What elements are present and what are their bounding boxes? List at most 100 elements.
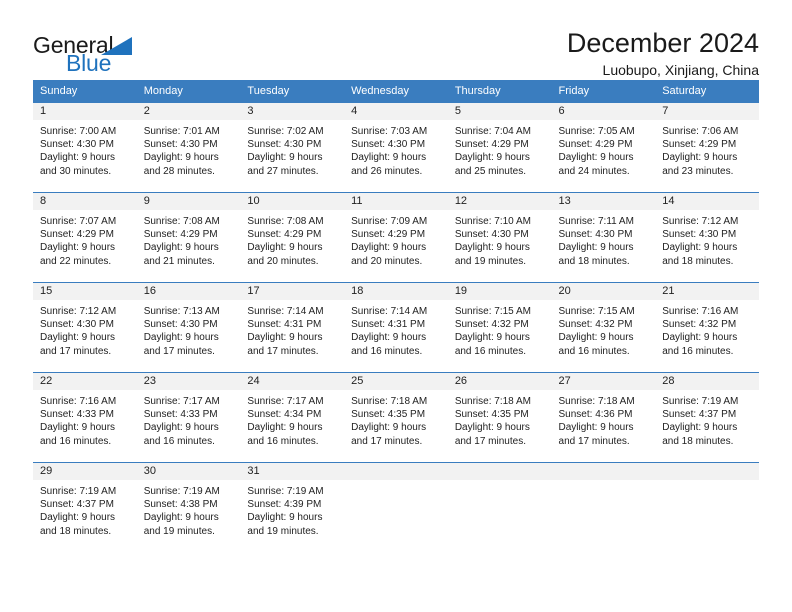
sunrise-time: Sunrise: 7:04 AM: [454, 126, 531, 137]
calendar-day-cell[interactable]: 13 Sunrise: 7:11 AM Sunset: 4:30 PM Dayligh…: [551, 192, 656, 283]
calendar-day-cell[interactable]: 26 Sunrise: 7:18 AM Sunset: 4:35 PM Dayligh…: [447, 372, 552, 463]
calendar-day-cell[interactable]: 23 Sunrise: 7:17 AM Sunset: 4:33 PM Dayligh…: [136, 372, 241, 463]
daylight-duration-line1: Daylight: 9 hours: [247, 422, 323, 434]
day-details: [552, 480, 656, 485]
day-number: 12: [447, 193, 552, 210]
day-details: Sunrise: 7:17 AM Sunset: 4:34 PM Daylight:…: [240, 390, 344, 448]
calendar-day-cell[interactable]: 4 Sunrise: 7:03 AM Sunset: 4:30 PM Daylight…: [344, 102, 448, 193]
daylight-duration-line1: Daylight: 9 hours: [247, 332, 323, 344]
calendar-page: General Blue December 2024 Luobupo, Xinj…: [0, 0, 792, 612]
day-number: 30: [136, 463, 241, 480]
title-block: December 2024 Luobupo, Xinjiang, China: [567, 28, 759, 79]
sunrise-time: Sunrise: 7:03 AM: [351, 126, 428, 137]
calendar-day-cell[interactable]: 29 Sunrise: 7:19 AM Sunset: 4:37 PM Dayligh…: [33, 462, 137, 553]
daylight-duration-line1: Daylight: 9 hours: [662, 332, 738, 344]
sunrise-time: Sunrise: 7:18 AM: [454, 396, 531, 407]
calendar-day-cell[interactable]: 16 Sunrise: 7:13 AM Sunset: 4:30 PM Dayligh…: [136, 282, 241, 373]
calendar-day-cell[interactable]: 1 Sunrise: 7:00 AM Sunset: 4:30 PM Daylight…: [33, 102, 137, 193]
day-details: Sunrise: 7:19 AM Sunset: 4:37 PM Daylight:…: [655, 390, 759, 448]
calendar-day-cell[interactable]: 17 Sunrise: 7:14 AM Sunset: 4:31 PM Dayligh…: [240, 282, 345, 373]
day-details: Sunrise: 7:07 AM Sunset: 4:29 PM Daylight:…: [33, 210, 137, 268]
calendar-day-cell[interactable]: 27 Sunrise: 7:18 AM Sunset: 4:36 PM Dayligh…: [551, 372, 656, 463]
daylight-duration-line1: Daylight: 9 hours: [247, 152, 323, 164]
sunset-time: Sunset: 4:38 PM: [143, 499, 218, 511]
calendar-day-cell[interactable]: 19 Sunrise: 7:15 AM Sunset: 4:32 PM Dayligh…: [447, 282, 552, 373]
day-number: 19: [447, 283, 552, 300]
calendar-day-cell[interactable]: 9 Sunrise: 7:08 AM Sunset: 4:29 PM Daylight…: [136, 192, 241, 283]
sunset-time: Sunset: 4:30 PM: [351, 139, 426, 151]
day-details: Sunrise: 7:06 AM Sunset: 4:29 PM Daylight:…: [655, 120, 759, 178]
calendar-day-cell[interactable]: 10 Sunrise: 7:08 AM Sunset: 4:29 PM Dayligh…: [240, 192, 345, 283]
calendar-day-cell[interactable]: 20 Sunrise: 7:15 AM Sunset: 4:32 PM Dayligh…: [551, 282, 656, 373]
day-number: [447, 463, 552, 480]
sunrise-time: Sunrise: 7:08 AM: [247, 216, 324, 227]
daylight-duration-line2: and 18 minutes.: [662, 435, 734, 447]
calendar-day-cell[interactable]: 31 Sunrise: 7:19 AM Sunset: 4:39 PM Dayligh…: [240, 462, 345, 553]
calendar-day-cell[interactable]: 24 Sunrise: 7:17 AM Sunset: 4:34 PM Dayligh…: [240, 372, 345, 463]
calendar-day-cell[interactable]: 3 Sunrise: 7:02 AM Sunset: 4:30 PM Daylight…: [240, 102, 345, 193]
day-number: 15: [33, 283, 137, 300]
calendar-week-row: 15 Sunrise: 7:12 AM Sunset: 4:30 PM Dayligh…: [33, 282, 759, 373]
day-details: Sunrise: 7:03 AM Sunset: 4:30 PM Daylight:…: [344, 120, 448, 178]
calendar-day-cell[interactable]: 15 Sunrise: 7:12 AM Sunset: 4:30 PM Dayligh…: [33, 282, 137, 373]
daylight-duration-line2: and 22 minutes.: [40, 255, 112, 267]
daylight-duration-line2: and 16 minutes.: [558, 345, 630, 357]
sunrise-time: Sunrise: 7:17 AM: [247, 396, 324, 407]
calendar-day-cell[interactable]: 12 Sunrise: 7:10 AM Sunset: 4:30 PM Dayligh…: [447, 192, 552, 283]
day-details: Sunrise: 7:19 AM Sunset: 4:37 PM Daylight:…: [33, 480, 137, 538]
calendar-day-cell[interactable]: 11 Sunrise: 7:09 AM Sunset: 4:29 PM Dayligh…: [344, 192, 448, 283]
calendar-week-row: 1 Sunrise: 7:00 AM Sunset: 4:30 PM Daylight…: [33, 102, 759, 193]
day-details: Sunrise: 7:12 AM Sunset: 4:30 PM Daylight:…: [33, 300, 137, 358]
sunrise-time: Sunrise: 7:15 AM: [454, 306, 531, 317]
calendar-day-cell[interactable]: 5 Sunrise: 7:04 AM Sunset: 4:29 PM Daylight…: [447, 102, 552, 193]
calendar-day-cell[interactable]: 18 Sunrise: 7:14 AM Sunset: 4:31 PM Dayligh…: [344, 282, 448, 373]
calendar-day-cell[interactable]: 28 Sunrise: 7:19 AM Sunset: 4:37 PM Dayligh…: [655, 372, 759, 463]
sunrise-time: Sunrise: 7:07 AM: [40, 216, 117, 227]
daylight-duration-line1: Daylight: 9 hours: [143, 512, 219, 524]
daylight-duration-line2: and 17 minutes.: [351, 435, 423, 447]
calendar-day-cell[interactable]: 22 Sunrise: 7:16 AM Sunset: 4:33 PM Dayligh…: [33, 372, 137, 463]
daylight-duration-line1: Daylight: 9 hours: [454, 242, 530, 254]
daylight-duration-line1: Daylight: 9 hours: [40, 332, 116, 344]
calendar-day-cell[interactable]: 6 Sunrise: 7:05 AM Sunset: 4:29 PM Daylight…: [551, 102, 656, 193]
day-details: Sunrise: 7:14 AM Sunset: 4:31 PM Daylight:…: [344, 300, 448, 358]
sunrise-time: Sunrise: 7:19 AM: [143, 486, 220, 497]
sunset-time: Sunset: 4:34 PM: [247, 409, 322, 421]
calendar-day-cell[interactable]: 30 Sunrise: 7:19 AM Sunset: 4:38 PM Dayligh…: [136, 462, 241, 553]
sunset-time: Sunset: 4:31 PM: [247, 319, 322, 331]
daylight-duration-line2: and 17 minutes.: [558, 435, 630, 447]
daylight-duration-line2: and 18 minutes.: [40, 525, 112, 537]
sunrise-time: Sunrise: 7:12 AM: [40, 306, 117, 317]
general-blue-logo[interactable]: General Blue: [33, 28, 148, 75]
calendar-day-cell[interactable]: 8 Sunrise: 7:07 AM Sunset: 4:29 PM Daylight…: [33, 192, 137, 283]
calendar-cell-empty: [344, 462, 448, 553]
calendar-day-cell[interactable]: 25 Sunrise: 7:18 AM Sunset: 4:35 PM Dayligh…: [344, 372, 448, 463]
day-details: Sunrise: 7:00 AM Sunset: 4:30 PM Daylight:…: [33, 120, 137, 178]
calendar-day-cell[interactable]: 21 Sunrise: 7:16 AM Sunset: 4:32 PM Dayligh…: [655, 282, 759, 373]
daylight-duration-line2: and 19 minutes.: [454, 255, 526, 267]
day-details: Sunrise: 7:18 AM Sunset: 4:36 PM Daylight:…: [552, 390, 656, 448]
daylight-duration-line2: and 30 minutes.: [40, 165, 112, 177]
daylight-duration-line2: and 20 minutes.: [351, 255, 423, 267]
daylight-duration-line2: and 28 minutes.: [143, 165, 215, 177]
day-number: 18: [344, 283, 448, 300]
daylight-duration-line2: and 19 minutes.: [143, 525, 215, 537]
sunrise-time: Sunrise: 7:17 AM: [143, 396, 220, 407]
day-details: Sunrise: 7:09 AM Sunset: 4:29 PM Daylight:…: [344, 210, 448, 268]
sunrise-time: Sunrise: 7:14 AM: [351, 306, 428, 317]
daylight-duration-line1: Daylight: 9 hours: [40, 422, 116, 434]
sunrise-time: Sunrise: 7:00 AM: [40, 126, 117, 137]
day-number: 8: [33, 193, 137, 210]
daylight-duration-line1: Daylight: 9 hours: [143, 332, 219, 344]
weekday-header-saturday: Saturday: [655, 80, 759, 103]
daylight-duration-line1: Daylight: 9 hours: [143, 422, 219, 434]
calendar-day-cell[interactable]: 2 Sunrise: 7:01 AM Sunset: 4:30 PM Daylight…: [136, 102, 241, 193]
calendar-day-cell[interactable]: 14 Sunrise: 7:12 AM Sunset: 4:30 PM Dayligh…: [655, 192, 759, 283]
sunrise-time: Sunrise: 7:16 AM: [662, 306, 739, 317]
daylight-duration-line1: Daylight: 9 hours: [662, 242, 738, 254]
daylight-duration-line2: and 17 minutes.: [247, 345, 319, 357]
sunset-time: Sunset: 4:31 PM: [351, 319, 426, 331]
daylight-duration-line2: and 18 minutes.: [558, 255, 630, 267]
daylight-duration-line1: Daylight: 9 hours: [247, 242, 323, 254]
calendar-day-cell[interactable]: 7 Sunrise: 7:06 AM Sunset: 4:29 PM Daylight…: [655, 102, 759, 193]
